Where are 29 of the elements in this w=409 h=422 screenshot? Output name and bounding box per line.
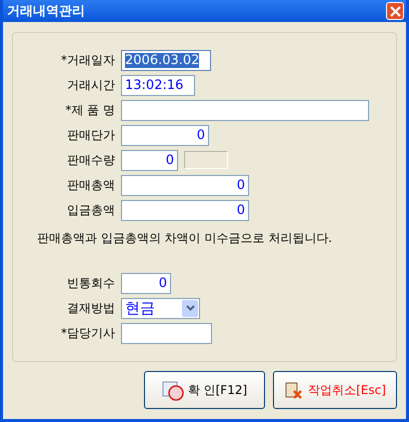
chevron-down-icon [186, 305, 194, 311]
field-label: *담당기사 [60, 324, 115, 342]
input-field[interactable]: 0 [121, 200, 249, 220]
input-field[interactable]: 2006.03.02 [121, 50, 211, 70]
input-field[interactable]: 13:02:16 [121, 74, 195, 96]
cancel-clipboard-icon [284, 380, 304, 400]
field-label: 입금총액 [66, 202, 115, 218]
input-field[interactable]: 0 [121, 174, 249, 196]
field-label: *거래일자 [60, 52, 115, 68]
stamp-icon [162, 379, 184, 401]
field-label: 판매수량 [66, 152, 115, 168]
input-field[interactable] [121, 100, 369, 120]
close-button[interactable] [386, 2, 404, 20]
dialog-button[interactable]: 작업취소[Esc] [273, 371, 397, 409]
window-title: 거래내역관리 [7, 3, 85, 20]
field-label: 빈통회수 [66, 274, 115, 292]
field-label: 결재방법 [66, 300, 115, 316]
field-label: 판매총액 [66, 176, 115, 194]
input-field[interactable] [121, 322, 212, 344]
field-label: 거래시간 [66, 76, 115, 94]
input-field[interactable]: 0 [121, 124, 209, 146]
payment-dropdown[interactable]: 현금 [121, 298, 200, 318]
close-icon [388, 4, 402, 18]
field-label: 판매단가 [66, 126, 115, 144]
dialog-button[interactable]: 확 인[F12] [144, 371, 265, 409]
info-note: 판매총액과 입금총액의 차액이 미수금으로 처리됩니다. [37, 230, 334, 247]
input-field[interactable]: 0 [121, 272, 171, 294]
input-field[interactable]: 0 [121, 150, 178, 170]
field-label: *제 품 명 [64, 102, 115, 118]
